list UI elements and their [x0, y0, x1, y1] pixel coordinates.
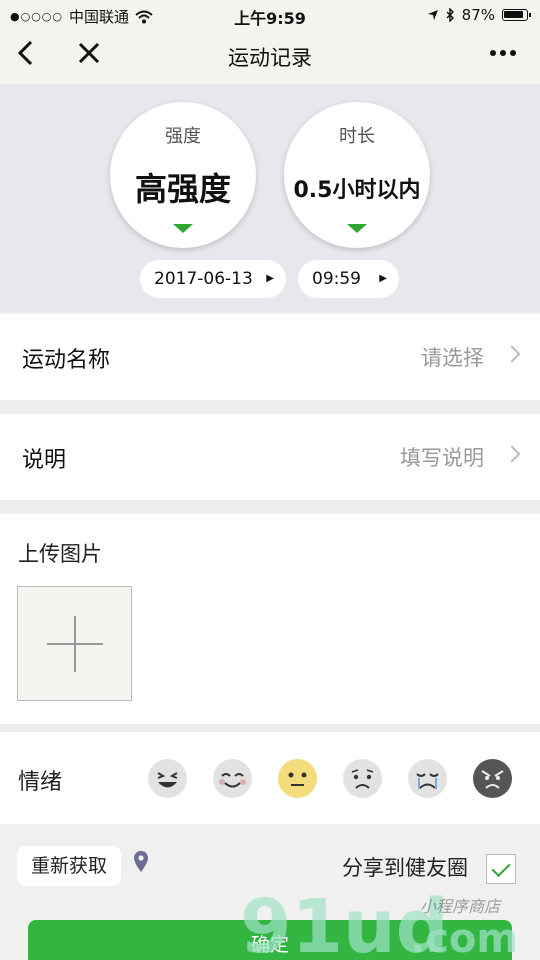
- laughing-face-icon[interactable]: [148, 759, 187, 798]
- intensity-selector[interactable]: 强度 高强度: [110, 102, 256, 248]
- description-label: 说明: [22, 448, 67, 473]
- chevron-right-icon: [503, 445, 521, 463]
- duration-value: 0.5小时以内: [293, 178, 421, 203]
- mood-label: 情绪: [18, 770, 63, 795]
- intensity-label: 强度: [165, 126, 201, 147]
- location-pin-icon: [134, 851, 148, 872]
- status-bar: ●○○○○ 中国联通 上午9:59 87%: [0, 0, 540, 30]
- play-arrow-icon: ▶: [266, 273, 274, 284]
- page-title: 运动记录: [228, 46, 312, 70]
- intensity-value: 高强度: [134, 170, 231, 208]
- share-label: 分享到健友圈: [342, 856, 468, 880]
- crying-face-icon[interactable]: [408, 759, 447, 798]
- location-arrow-icon: [427, 10, 438, 20]
- smiling-face-icon[interactable]: [213, 759, 252, 798]
- add-image-button[interactable]: [17, 586, 132, 701]
- plus-icon: [74, 616, 76, 672]
- chevron-right-icon: [503, 345, 521, 363]
- dropdown-triangle-icon: [347, 224, 367, 233]
- status-right: 87%: [427, 6, 531, 24]
- mood-section: 情绪: [0, 732, 540, 824]
- nav-bar: 运动记录: [0, 30, 540, 84]
- time-picker[interactable]: 09:59 ▶: [298, 260, 399, 298]
- battery-percent: 87%: [461, 6, 495, 24]
- selector-area: 强度 高强度 时长 0.5小时以内 2017-06-13 ▶ 09:59 ▶: [0, 84, 540, 312]
- description-placeholder: 填写说明: [400, 446, 484, 470]
- svg-text:.com: .com: [410, 916, 518, 960]
- battery-icon: [502, 9, 531, 21]
- upload-section: 上传图片: [0, 514, 540, 724]
- duration-label: 时长: [339, 126, 375, 147]
- watermark-logo: 91ud .com 小程序商店: [240, 884, 518, 960]
- bluetooth-icon: [446, 8, 454, 22]
- sport-name-row[interactable]: 运动名称 请选择: [0, 314, 540, 400]
- refresh-location-button[interactable]: 重新获取: [17, 846, 121, 886]
- sport-name-value: 请选择: [421, 346, 484, 370]
- angry-face-icon[interactable]: [473, 759, 512, 798]
- upload-title: 上传图片: [18, 542, 102, 566]
- svg-text:小程序商店: 小程序商店: [420, 897, 502, 916]
- time-value: 09:59: [312, 269, 361, 289]
- date-picker[interactable]: 2017-06-13 ▶: [140, 260, 286, 298]
- dropdown-triangle-icon: [173, 224, 193, 233]
- more-icon: [490, 50, 516, 56]
- more-button[interactable]: [488, 38, 518, 78]
- play-arrow-icon: ▶: [379, 273, 387, 284]
- neutral-face-icon[interactable]: [278, 759, 317, 798]
- sport-name-label: 运动名称: [22, 348, 111, 373]
- description-row[interactable]: 说明 填写说明: [0, 414, 540, 500]
- duration-selector[interactable]: 时长 0.5小时以内: [284, 102, 430, 248]
- sad-face-icon[interactable]: [343, 759, 382, 798]
- date-value: 2017-06-13: [154, 269, 253, 289]
